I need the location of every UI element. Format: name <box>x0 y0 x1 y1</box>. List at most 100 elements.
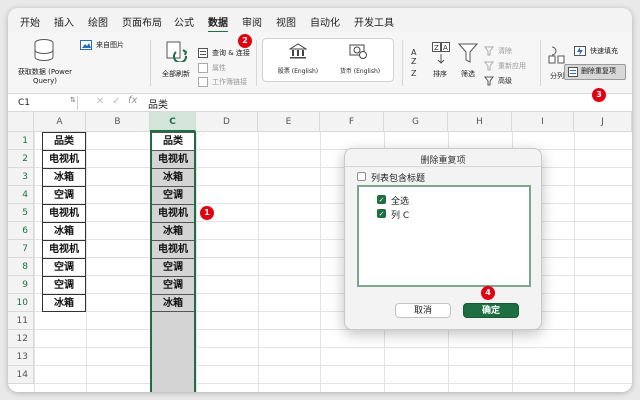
cell-c10[interactable]: 冰箱 <box>152 294 194 312</box>
col-header-d[interactable]: D <box>196 112 258 132</box>
reapply-button[interactable]: 重新应用 <box>498 62 538 71</box>
properties-icon <box>198 63 208 73</box>
cell-a6[interactable]: 冰箱 <box>42 222 86 240</box>
tab-insert[interactable]: 插入 <box>54 14 74 29</box>
cell-a2[interactable]: 电视机 <box>42 150 86 168</box>
col-header-g[interactable]: G <box>384 112 448 132</box>
step-badge-3: 3 <box>592 88 606 102</box>
currencies-button[interactable]: 货币 (English) <box>327 67 393 76</box>
tab-page-layout[interactable]: 页面布局 <box>122 14 162 29</box>
get-data-button[interactable]: 获取数据 (Power Query) <box>12 68 78 86</box>
col-header-j[interactable]: J <box>574 112 632 132</box>
sort-az-icon[interactable]: A Z Z <box>410 46 424 80</box>
col-header-c[interactable]: C <box>150 112 196 132</box>
tab-review[interactable]: 审阅 <box>242 14 262 29</box>
properties-button[interactable]: 属性 <box>212 64 252 73</box>
cell-a9[interactable]: 空调 <box>42 276 86 294</box>
cell-a8[interactable]: 空调 <box>42 258 86 276</box>
row-header-4[interactable]: 4 <box>8 186 34 204</box>
cell-a5[interactable]: 电视机 <box>42 204 86 222</box>
cell-c2[interactable]: 电视机 <box>152 150 194 168</box>
cell-a3[interactable]: 冰箱 <box>42 168 86 186</box>
cell-a1[interactable]: 品类 <box>42 132 86 150</box>
grid-hline <box>34 221 632 222</box>
row-header-1[interactable]: 1 <box>8 132 34 150</box>
grid-hline <box>34 383 632 384</box>
row-header-11[interactable]: 11 <box>8 312 34 330</box>
currency-icon <box>349 44 367 59</box>
step-badge-1: 1 <box>200 206 214 220</box>
cell-a10[interactable]: 冰箱 <box>42 294 86 312</box>
row-header-6[interactable]: 6 <box>8 222 34 240</box>
header-checkbox[interactable] <box>357 172 366 181</box>
cell-a4[interactable]: 空调 <box>42 186 86 204</box>
cell-c4[interactable]: 空调 <box>152 186 194 204</box>
grid-vline <box>196 132 197 392</box>
row-header-8[interactable]: 8 <box>8 258 34 276</box>
name-box-stepper-icon[interactable]: ⇅ <box>70 96 76 104</box>
tab-automate[interactable]: 自动化 <box>310 14 340 29</box>
insert-function-icon[interactable]: fx <box>128 95 137 106</box>
queries-icon <box>198 48 208 58</box>
tab-home[interactable]: 开始 <box>20 14 40 29</box>
refresh-icon[interactable] <box>164 40 188 62</box>
cell-c3[interactable]: 冰箱 <box>152 168 194 186</box>
select-all-checkbox[interactable]: ✓ <box>377 195 386 204</box>
tab-draw[interactable]: 绘图 <box>88 14 108 29</box>
column-c-checkbox[interactable]: ✓ <box>377 209 386 218</box>
col-header-b[interactable]: B <box>86 112 150 132</box>
ribbon-data: 获取数据 (Power Query) 来自图片 全部刷新 查询 & 连接 属性 … <box>8 32 632 94</box>
select-all-corner[interactable] <box>8 112 34 132</box>
flash-fill-button[interactable]: 快速填充 <box>590 47 630 56</box>
col-header-e[interactable]: E <box>258 112 320 132</box>
col-header-f[interactable]: F <box>320 112 384 132</box>
row-header-14[interactable]: 14 <box>8 366 34 384</box>
cell-c6[interactable]: 冰箱 <box>152 222 194 240</box>
clear-button[interactable]: 清除 <box>498 47 538 56</box>
sort-button[interactable]: 排序 <box>426 70 454 79</box>
row-header-2[interactable]: 2 <box>8 150 34 168</box>
formula-value[interactable]: 品类 <box>148 96 168 111</box>
col-header-h[interactable]: H <box>448 112 512 132</box>
columns-listbox[interactable]: ✓ 全选 ✓ 列 C <box>357 185 531 287</box>
cancel-button[interactable]: 取消 <box>395 303 451 318</box>
cell-c8[interactable]: 空调 <box>152 258 194 276</box>
row-header-5[interactable]: 5 <box>8 204 34 222</box>
from-picture-button[interactable]: 来自图片 <box>96 41 156 50</box>
column-c-label: 列 C <box>391 211 410 221</box>
tab-data[interactable]: 数据 <box>208 14 228 33</box>
row-header-3[interactable]: 3 <box>8 168 34 186</box>
queries-connections-button[interactable]: 查询 & 连接 <box>212 49 262 58</box>
text-to-columns-icon <box>548 46 565 64</box>
grid-hline <box>34 293 632 294</box>
tab-view[interactable]: 视图 <box>276 14 296 29</box>
grid-vline <box>574 132 575 392</box>
stocks-button[interactable]: 股票 (English) <box>265 67 331 76</box>
col-header-a[interactable]: A <box>34 112 86 132</box>
remove-duplicates-button[interactable]: 删除重复项 <box>564 64 626 80</box>
row-header-12[interactable]: 12 <box>8 330 34 348</box>
confirm-icon[interactable]: ✓ <box>112 96 120 107</box>
cell-c1[interactable]: 品类 <box>152 132 194 150</box>
row-header-7[interactable]: 7 <box>8 240 34 258</box>
row-header-10[interactable]: 10 <box>8 294 34 312</box>
ribbon-tabs: 开始 插入 绘图 页面布局 公式 数据 审阅 视图 自动化 开发工具 <box>8 12 632 33</box>
cell-c9[interactable]: 空调 <box>152 276 194 294</box>
ok-button[interactable]: 确定 <box>463 303 519 318</box>
tab-formulas[interactable]: 公式 <box>174 14 194 29</box>
cell-a7[interactable]: 电视机 <box>42 240 86 258</box>
refresh-all-button[interactable]: 全部刷新 <box>154 70 198 79</box>
cancel-icon[interactable]: ✕ <box>96 96 104 107</box>
col-header-i[interactable]: I <box>512 112 574 132</box>
row-header-13[interactable]: 13 <box>8 348 34 366</box>
row-header-9[interactable]: 9 <box>8 276 34 294</box>
cell-c7[interactable]: 电视机 <box>152 240 194 258</box>
name-box[interactable]: C1 <box>12 96 78 110</box>
workbook-links-button[interactable]: 工作簿链接 <box>212 78 262 87</box>
tab-developer[interactable]: 开发工具 <box>354 14 394 29</box>
grid-hline <box>34 185 632 186</box>
filter-button[interactable]: 筛选 <box>454 70 482 79</box>
cell-c5[interactable]: 电视机 <box>152 204 194 222</box>
database-icon[interactable] <box>32 38 56 64</box>
advanced-button[interactable]: 高级 <box>498 77 538 86</box>
